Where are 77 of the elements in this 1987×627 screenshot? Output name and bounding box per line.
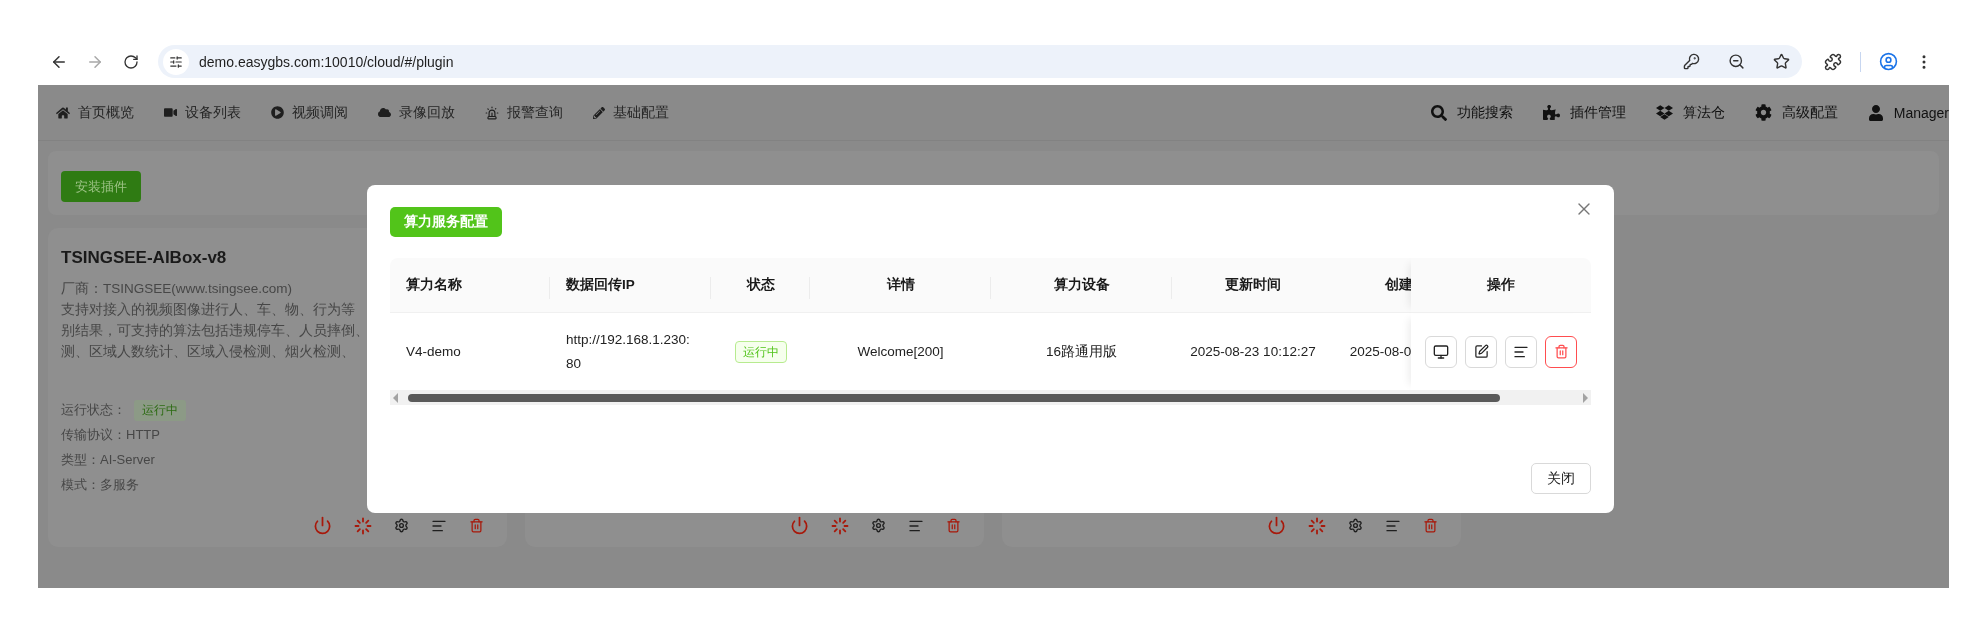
table-cell-text: http://192.168.1.230:80 xyxy=(566,330,691,373)
nav-label: 功能搜索 xyxy=(1456,103,1513,122)
star-icon[interactable] xyxy=(1773,53,1790,70)
nav-label: 视频调阅 xyxy=(292,103,348,122)
search-icon[interactable] xyxy=(1430,104,1447,121)
field-label: 运行状态： xyxy=(61,401,126,419)
siren-icon[interactable] xyxy=(485,105,499,120)
zoom-out-icon[interactable] xyxy=(1728,53,1745,70)
play-icon[interactable] xyxy=(271,106,284,119)
status-badge: 运行中 xyxy=(734,340,787,363)
table-header-cell: 状态 xyxy=(711,258,810,313)
table-cell-text: V4-demo xyxy=(406,342,461,361)
key-icon[interactable] xyxy=(1683,53,1700,70)
nav-item[interactable]: 录像回放 xyxy=(378,103,455,122)
description-text: 测、区域人数统计、区域入侵检测、烟火检测、 xyxy=(61,343,355,361)
monitor-icon xyxy=(1433,343,1449,360)
cloud-icon[interactable] xyxy=(378,106,391,119)
settings-icon[interactable] xyxy=(871,516,886,535)
nav-label: 高级配置 xyxy=(1781,103,1838,122)
site-settings-icon[interactable] xyxy=(163,48,189,75)
nav-item[interactable]: 功能搜索 xyxy=(1430,103,1513,122)
log-button[interactable] xyxy=(1505,335,1537,368)
table-cell-text: 2025-08-0 xyxy=(1349,342,1412,361)
nav-label: Manager xyxy=(1893,104,1949,121)
plugin-title: TSINGSEE-AIBox-v8 xyxy=(61,248,227,268)
field-text: 传输协议：HTTP xyxy=(61,426,160,444)
address-bar[interactable]: demo.easygbs.com:10010/cloud/#/plugin xyxy=(158,45,1802,78)
puzzle-icon[interactable] xyxy=(1542,104,1560,121)
boxes-icon[interactable] xyxy=(1655,104,1673,121)
table-header-cell: 数据回传IP xyxy=(550,258,711,313)
delete-button[interactable] xyxy=(1545,335,1577,368)
table-header-cell: 更新时间 xyxy=(1172,258,1334,313)
settings-icon[interactable] xyxy=(1348,516,1363,535)
table-header-cell: 算力设备 xyxy=(991,258,1172,313)
vendor-text: 厂商：TSINGSEE(www.tsingsee.com) xyxy=(61,280,293,298)
table-cell-text: 16路通用版 xyxy=(1046,342,1117,361)
description-text: 支持对接入的视频图像进行人、车、物、行为等 xyxy=(61,301,355,319)
nav-label: 插件管理 xyxy=(1569,103,1626,122)
trash-icon xyxy=(1553,344,1569,359)
monitor-button[interactable] xyxy=(1425,335,1457,368)
edit-button[interactable] xyxy=(1465,335,1497,368)
nav-label: 报警查询 xyxy=(507,103,563,122)
description-text: 别结果，可支持的算法包括违规停车、人员摔倒、 xyxy=(61,322,369,340)
pencil-icon[interactable] xyxy=(593,106,605,119)
nav-item[interactable]: 基础配置 xyxy=(593,103,669,122)
table-cell-text: 2025-08-23 10:12:27 xyxy=(1190,342,1316,361)
install-plugin-button[interactable]: 安装插件 xyxy=(61,171,141,202)
table-header-cell: 创建 xyxy=(1334,258,1411,313)
nav-label: 算法仓 xyxy=(1682,103,1725,122)
edit-icon xyxy=(1473,344,1489,359)
settings-icon[interactable] xyxy=(1754,104,1772,121)
table-header-cell: 操作 xyxy=(1411,258,1591,313)
table-header-cell: 详情 xyxy=(810,258,991,313)
horizontal-scrollbar[interactable] xyxy=(390,390,1591,405)
nav-item[interactable]: 插件管理 xyxy=(1542,103,1626,122)
url-text: demo.easygbs.com:10010/cloud/#/plugin xyxy=(199,53,455,70)
nav-item[interactable]: 首页概览 xyxy=(56,103,134,122)
nav-label: 基础配置 xyxy=(613,103,669,122)
table-cell-text: Welcome[200] xyxy=(857,342,944,361)
nav-item[interactable]: 高级配置 xyxy=(1754,103,1838,122)
field-text: 类型：AI-Server xyxy=(61,451,155,469)
status-badge: 运行中 xyxy=(134,399,186,421)
home-icon[interactable] xyxy=(56,105,70,120)
nav-item[interactable]: 视频调阅 xyxy=(271,103,348,122)
nav-label: 录像回放 xyxy=(399,103,455,122)
nav-label: 设备列表 xyxy=(185,103,241,122)
settings-icon[interactable] xyxy=(394,516,409,535)
nav-label: 首页概览 xyxy=(78,103,134,122)
table-header-cell: 算力名称 xyxy=(390,258,550,313)
user-icon[interactable] xyxy=(1867,104,1884,121)
nav-item[interactable]: 算法仓 xyxy=(1655,103,1725,122)
nav-item[interactable]: 设备列表 xyxy=(164,103,241,122)
nav-item[interactable]: Manager xyxy=(1867,104,1949,121)
close-button[interactable]: 关闭 xyxy=(1531,463,1591,494)
field-text: 模式：多服务 xyxy=(61,476,139,494)
nav-item[interactable]: 报警查询 xyxy=(485,103,563,122)
video-camera-icon[interactable] xyxy=(164,106,177,119)
